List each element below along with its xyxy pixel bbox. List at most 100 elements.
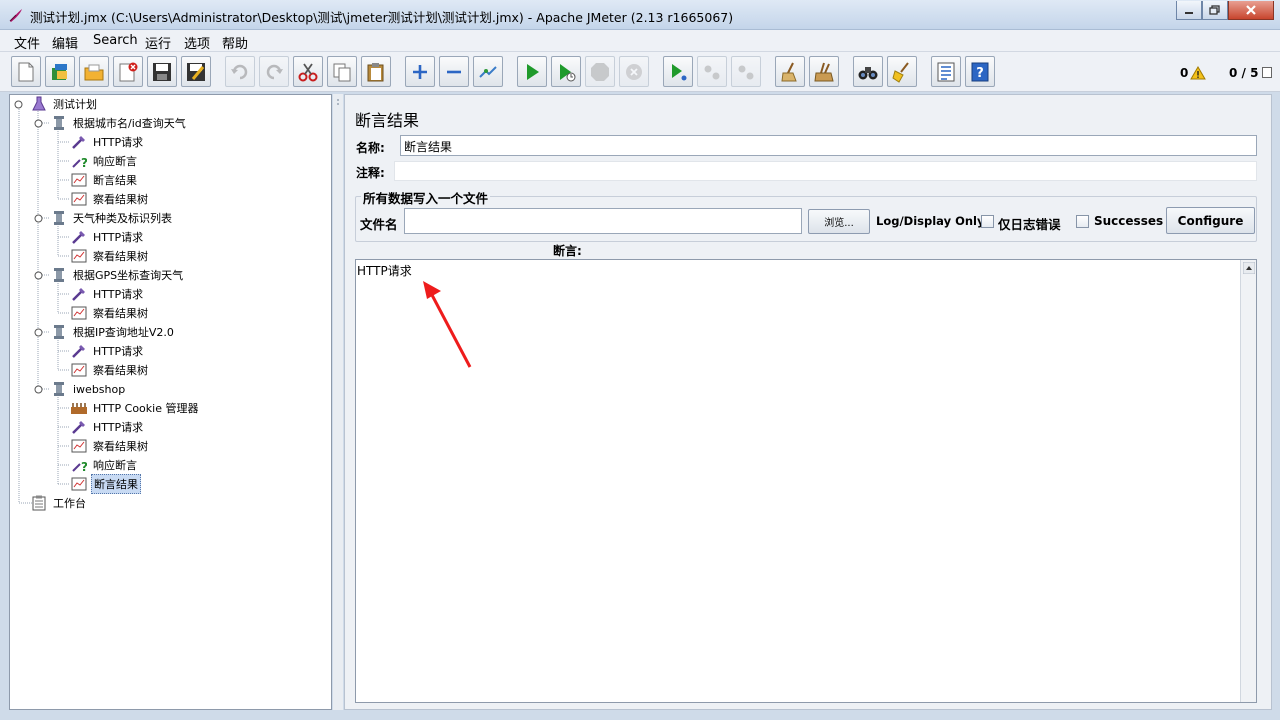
scroll-up-icon[interactable] xyxy=(1243,262,1255,274)
config-cookie-icon xyxy=(70,399,88,417)
tree-node-view-results-tree[interactable]: 察看结果树 xyxy=(70,361,150,379)
tree-node-http-request[interactable]: HTTP请求 xyxy=(70,418,145,436)
tree-node-thread-group[interactable]: 根据IP查询地址V2.0 xyxy=(50,323,176,341)
minimize-button[interactable] xyxy=(1176,1,1202,20)
tree-node-http-request[interactable]: HTTP请求 xyxy=(70,228,145,246)
paste-icon xyxy=(367,62,384,81)
thread-group-spool-icon xyxy=(50,380,68,398)
menu-help[interactable]: 帮助 xyxy=(222,33,248,52)
workbench-clipboard-icon xyxy=(30,494,48,512)
toggle-button[interactable] xyxy=(473,56,503,87)
successes-checkbox[interactable] xyxy=(1076,215,1089,228)
assertion-results-textarea[interactable]: HTTP请求 xyxy=(355,259,1257,703)
play-no-timers-icon xyxy=(560,63,576,81)
tree-node-view-results-tree[interactable]: 察看结果树 xyxy=(70,304,150,322)
open-button[interactable] xyxy=(79,56,109,87)
write-to-file-title: 所有数据写入一个文件 xyxy=(361,188,491,207)
maximize-button[interactable] xyxy=(1202,1,1228,20)
menu-options[interactable]: 选项 xyxy=(184,33,210,52)
save-button[interactable] xyxy=(147,56,177,87)
tree-node-view-results-tree[interactable]: 察看结果树 xyxy=(70,247,150,265)
tree-node-http-request[interactable]: HTTP请求 xyxy=(70,285,145,303)
tree-node-cookie-manager[interactable]: HTTP Cookie 管理器 xyxy=(70,399,200,417)
filename-field[interactable] xyxy=(404,208,802,234)
collapse-all-button[interactable] xyxy=(439,56,469,87)
redo-button[interactable] xyxy=(259,56,289,87)
tree-node-thread-group[interactable]: 根据GPS坐标查询天气 xyxy=(50,266,185,284)
close-button[interactable] xyxy=(1228,1,1274,20)
tree-node-assertion-results-selected[interactable]: 断言结果 xyxy=(70,474,141,494)
comment-label: 注释: xyxy=(356,166,385,180)
listener-chart-icon xyxy=(70,171,88,189)
clear-all-button[interactable] xyxy=(809,56,839,87)
remote-start-button[interactable] xyxy=(663,56,693,87)
tree-node-response-assertion[interactable]: ? 响应断言 xyxy=(70,152,139,170)
function-helper-button[interactable] xyxy=(931,56,961,87)
listener-chart-icon xyxy=(70,247,88,265)
group-expand-toggle[interactable] xyxy=(34,385,43,394)
tree-node-test-plan[interactable]: 测试计划 xyxy=(30,95,99,113)
remote-stop-button[interactable] xyxy=(697,56,727,87)
undo-button[interactable] xyxy=(225,56,255,87)
split-pane-divider[interactable] xyxy=(333,94,343,710)
menu-search[interactable]: Search xyxy=(93,33,138,48)
errors-only-checkbox[interactable] xyxy=(981,215,994,228)
cut-button[interactable] xyxy=(293,56,323,87)
tree-node-assertion-results[interactable]: 断言结果 xyxy=(70,171,139,189)
templates-button[interactable] xyxy=(45,56,75,87)
help-book-icon: ? xyxy=(971,62,989,81)
menu-run[interactable]: 运行 xyxy=(145,33,171,52)
filename-label: 文件名 xyxy=(360,217,398,232)
reset-search-button[interactable] xyxy=(887,56,917,87)
thread-group-spool-icon xyxy=(50,266,68,284)
svg-text:?: ? xyxy=(81,460,87,473)
play-icon xyxy=(527,63,539,80)
root-expand-toggle[interactable] xyxy=(14,100,23,109)
restore-icon xyxy=(1209,5,1220,15)
start-button[interactable] xyxy=(517,56,547,87)
remote-shutdown-button[interactable] xyxy=(731,56,761,87)
pipette-sampler-icon xyxy=(70,418,88,436)
search-button[interactable] xyxy=(853,56,883,87)
remote-stop-icon xyxy=(704,65,720,79)
listener-chart-icon xyxy=(70,475,88,493)
close-file-button[interactable] xyxy=(113,56,143,87)
save-as-button[interactable] xyxy=(181,56,211,87)
menu-file[interactable]: 文件 xyxy=(14,33,40,52)
tree-node-http-request[interactable]: HTTP请求 xyxy=(70,133,145,151)
name-field[interactable]: 断言结果 xyxy=(400,135,1257,156)
name-label: 名称: xyxy=(356,141,385,155)
tree-node-http-request[interactable]: HTTP请求 xyxy=(70,342,145,360)
menu-edit[interactable]: 编辑 xyxy=(52,33,78,52)
close-icon xyxy=(1246,5,1256,15)
group-expand-toggle[interactable] xyxy=(34,119,43,128)
configure-button[interactable]: Configure xyxy=(1166,207,1255,234)
tree-node-view-results-tree[interactable]: 察看结果树 xyxy=(70,437,150,455)
redo-icon xyxy=(266,64,283,79)
shutdown-button[interactable] xyxy=(619,56,649,87)
group-expand-toggle[interactable] xyxy=(34,214,43,223)
tree-node-response-assertion[interactable]: ? 响应断言 xyxy=(70,456,139,474)
help-button[interactable]: ? xyxy=(965,56,995,87)
tree-node-thread-group[interactable]: 根据城市名/id查询天气 xyxy=(50,114,188,132)
list-icon xyxy=(937,62,955,81)
tree-node-workbench[interactable]: 工作台 xyxy=(30,494,88,512)
tree-node-view-results-tree[interactable]: 察看结果树 xyxy=(70,190,150,208)
comment-field[interactable] xyxy=(394,161,1257,181)
stop-button[interactable] xyxy=(585,56,615,87)
clear-button[interactable] xyxy=(775,56,805,87)
copy-button[interactable] xyxy=(327,56,357,87)
start-no-pause-button[interactable] xyxy=(551,56,581,87)
pipette-sampler-icon xyxy=(70,342,88,360)
expand-all-button[interactable] xyxy=(405,56,435,87)
warning-count: 0 xyxy=(1180,66,1189,80)
new-button[interactable] xyxy=(11,56,41,87)
group-expand-toggle[interactable] xyxy=(34,271,43,280)
tree-node-thread-group[interactable]: iwebshop xyxy=(50,380,127,398)
tree-node-thread-group[interactable]: 天气种类及标识列表 xyxy=(50,209,174,227)
group-expand-toggle[interactable] xyxy=(34,328,43,337)
paste-button[interactable] xyxy=(361,56,391,87)
vertical-scrollbar[interactable] xyxy=(1240,260,1256,702)
browse-button[interactable]: 浏览... xyxy=(808,209,870,234)
warning-icon[interactable] xyxy=(1190,66,1206,80)
